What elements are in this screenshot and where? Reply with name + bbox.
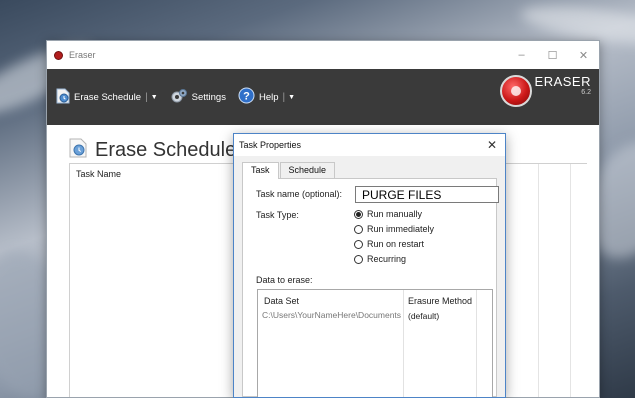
erase-schedule-label: Erase Schedule <box>74 91 142 103</box>
radio-label: Run on restart <box>367 239 425 249</box>
close-button[interactable]: ✕ <box>568 49 599 62</box>
radio-run-on-restart[interactable]: Run on restart <box>354 239 424 249</box>
dialog-title-bar[interactable]: Task Properties ✕ <box>234 134 505 156</box>
radio-label: Recurring <box>367 254 407 264</box>
toolbar-separator: | <box>282 91 286 103</box>
window-title: Eraser <box>69 50 96 60</box>
column-divider <box>403 290 404 397</box>
radio-run-immediately[interactable]: Run immediately <box>354 224 434 234</box>
erasure-method-value[interactable]: (default) <box>408 311 439 321</box>
settings-label: Settings <box>191 91 226 103</box>
svg-text:?: ? <box>243 91 250 103</box>
settings-button[interactable]: Settings <box>170 88 226 107</box>
column-divider <box>570 164 571 397</box>
title-bar[interactable]: Eraser – ☐ ✕ <box>47 41 599 69</box>
help-dropdown[interactable]: ▼ <box>288 94 295 101</box>
gear-icon <box>170 88 188 107</box>
dialog-tabs: Task Schedule <box>242 162 336 179</box>
radio-indicator <box>354 254 363 264</box>
data-to-erase-label: Data to erase: <box>256 275 313 285</box>
document-icon <box>56 88 70 107</box>
toolbar-separator: | <box>145 91 148 103</box>
task-properties-dialog: Task Properties ✕ Task Schedule Task nam… <box>233 133 506 398</box>
erase-schedule-dropdown[interactable]: ▼ <box>151 94 158 101</box>
tab-task[interactable]: Task <box>242 162 279 179</box>
data-set-list[interactable]: Data Set Erasure Method C:\Users\YourNam… <box>257 289 493 397</box>
erase-schedule-button[interactable]: Erase Schedule | ▼ <box>56 88 158 107</box>
data-set-path[interactable]: C:\Users\YourNameHere\Documents <box>262 310 401 320</box>
radio-indicator <box>354 224 363 234</box>
task-tab-panel: Task name (optional): Task Type: Run man… <box>242 178 499 397</box>
help-icon: ? <box>238 87 255 107</box>
dialog-title: Task Properties <box>239 140 302 150</box>
page-title: Erase Schedule <box>95 138 237 161</box>
toolbar: Erase Schedule | ▼ Settings ? Help | ▼ E… <box>47 69 599 125</box>
brand: ERASER 6.2 <box>499 75 591 107</box>
radio-indicator <box>354 239 363 249</box>
minimize-button[interactable]: – <box>506 49 537 62</box>
brand-version: 6.2 <box>581 89 591 96</box>
task-name-input[interactable] <box>355 186 499 203</box>
window-controls: – ☐ ✕ <box>506 49 599 62</box>
column-divider <box>476 290 477 397</box>
maximize-button[interactable]: ☐ <box>537 49 568 62</box>
radio-run-manually[interactable]: Run manually <box>354 209 422 219</box>
help-label: Help <box>258 91 279 103</box>
radio-label: Run immediately <box>367 224 435 234</box>
brand-title: ERASER <box>534 74 591 89</box>
task-name-label: Task name (optional): <box>256 189 343 199</box>
eraser-app-icon <box>54 50 63 60</box>
radio-recurring[interactable]: Recurring <box>354 254 406 264</box>
schedule-document-icon <box>69 138 87 163</box>
task-type-label: Task Type: <box>256 210 299 220</box>
tab-schedule[interactable]: Schedule <box>279 162 336 178</box>
column-divider <box>538 164 539 397</box>
help-button[interactable]: ? Help | ▼ <box>238 87 295 107</box>
radio-label: Run manually <box>367 209 423 219</box>
radio-selected-indicator <box>354 209 363 219</box>
column-header-erasure-method[interactable]: Erasure Method <box>408 296 472 306</box>
brand-name: ERASER 6.2 <box>535 75 591 97</box>
eraser-logo-icon <box>499 75 532 107</box>
dialog-close-button[interactable]: ✕ <box>479 138 505 152</box>
column-header-data-set[interactable]: Data Set <box>264 296 299 306</box>
